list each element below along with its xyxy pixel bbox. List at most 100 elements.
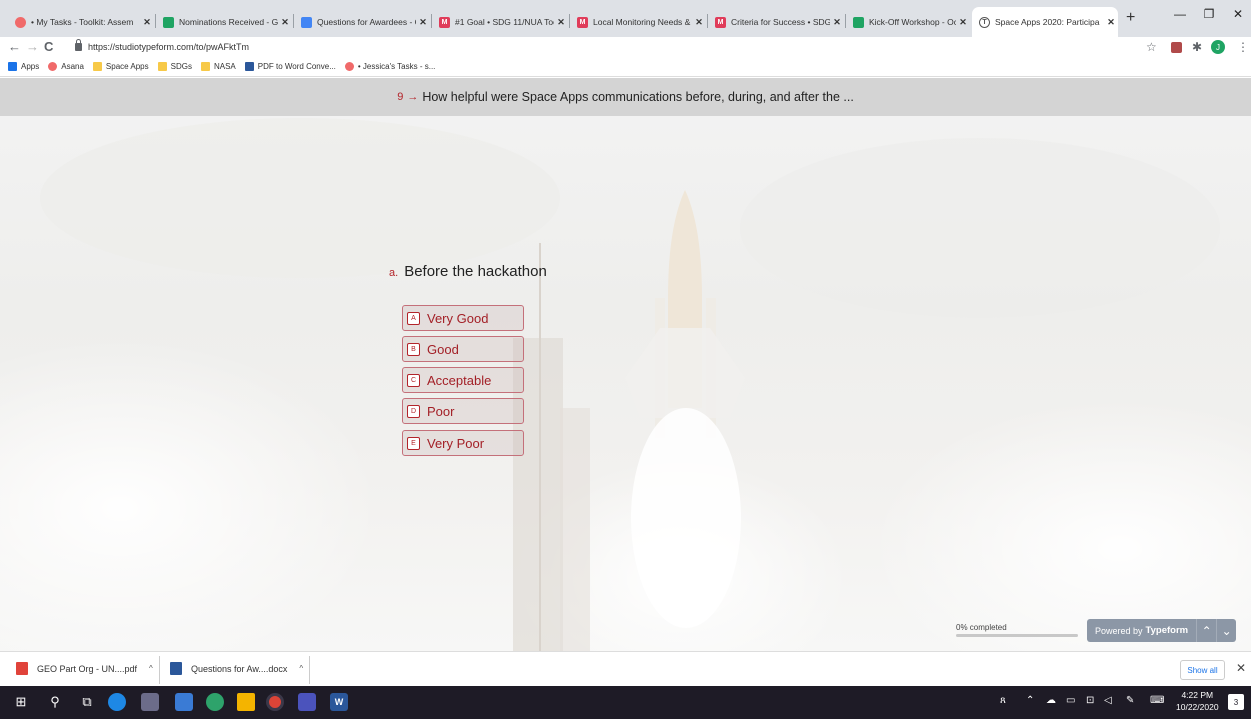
option-very-poor[interactable]: E Very Poor <box>402 430 524 456</box>
browser-app-icon[interactable] <box>108 693 126 711</box>
close-icon[interactable]: ✕ <box>554 17 568 28</box>
option-key: B <box>407 342 420 356</box>
onedrive-icon[interactable]: ☁ <box>1046 695 1056 706</box>
app-icon[interactable] <box>206 693 224 711</box>
bookmark-nasa[interactable]: NASA <box>200 62 236 71</box>
option-label: Very Poor <box>427 435 485 451</box>
close-icon[interactable]: ✕ <box>278 17 292 28</box>
system-clock[interactable]: 4:22 PM 10/22/2020 <box>1176 689 1219 713</box>
tab-questions-awardees[interactable]: Questions for Awardees - G ✕ <box>294 7 430 37</box>
new-tab-button[interactable]: + <box>1126 9 1135 27</box>
option-very-good[interactable]: A Very Good <box>402 305 524 331</box>
address-bar[interactable]: https://studiotypeform.com/to/pwAFktTm <box>75 38 249 56</box>
notification-center-icon[interactable]: 3 <box>1228 694 1244 710</box>
forward-icon[interactable]: → <box>26 39 39 54</box>
bookmark-space-apps[interactable]: Space Apps <box>92 62 149 71</box>
back-icon[interactable]: ← <box>8 39 21 54</box>
file-explorer-icon[interactable] <box>237 693 255 711</box>
bookmark-label: NASA <box>213 62 236 71</box>
close-icon[interactable]: ✕ <box>692 17 706 28</box>
download-item-docx[interactable]: Questions for Aw....docx ^ <box>170 662 303 675</box>
typeform-icon: T <box>979 16 990 28</box>
option-acceptable[interactable]: C Acceptable <box>402 367 524 393</box>
chevron-up-icon[interactable]: ⌃ <box>1026 695 1034 706</box>
tab-title: Questions for Awardees - G <box>317 17 416 27</box>
tab-space-apps[interactable]: T Space Apps 2020: Participa ✕ <box>972 7 1118 37</box>
typeform-page: 9 → How helpful were Space Apps communic… <box>0 78 1251 651</box>
bookmark-label: • Jessica's Tasks - s... <box>357 62 436 71</box>
option-good[interactable]: B Good <box>402 336 524 362</box>
windows-taskbar: ⊞ ⚲ ⧉ W ጸ ⌃ ☁ ▭ ⊡ ◁ ✎ ⌨ 4:22 PM 10/22/20… <box>0 686 1251 719</box>
app-icon[interactable] <box>175 693 193 711</box>
miro-icon: M <box>577 16 588 28</box>
progress-text: 0% completed <box>956 623 1007 632</box>
battery-icon[interactable]: ▭ <box>1066 695 1075 706</box>
arrow-icon: → <box>407 91 419 103</box>
tab-title: Local Monitoring Needs & <box>593 17 691 27</box>
word-icon[interactable]: W <box>330 693 348 711</box>
keyboard-icon[interactable]: ⌨ <box>1150 695 1164 706</box>
windows-start-icon[interactable]: ⊞ <box>12 693 30 711</box>
profile-avatar[interactable]: J <box>1211 40 1225 54</box>
bookmark-sdgs[interactable]: SDGs <box>157 62 192 71</box>
reload-icon[interactable]: C <box>44 39 53 54</box>
chevron-up-icon[interactable]: ^ <box>149 664 153 673</box>
close-icon[interactable]: ✕ <box>140 17 154 28</box>
next-question-button[interactable]: ⌄ <box>1216 619 1237 642</box>
show-all-button[interactable]: Show all <box>1180 660 1225 680</box>
extension-icon[interactable] <box>1171 42 1182 53</box>
bookmark-asana[interactable]: Asana <box>48 62 84 71</box>
tab-title: Nominations Received - Go <box>179 17 278 27</box>
app-icon[interactable] <box>141 693 159 711</box>
tab-sdg-goal[interactable]: M #1 Goal • SDG 11/NUA Tool ✕ <box>432 7 568 37</box>
volume-icon[interactable]: ◁ <box>1104 695 1112 706</box>
chrome-icon[interactable] <box>266 693 284 711</box>
people-icon[interactable]: ጸ <box>1000 695 1006 706</box>
option-key: A <box>407 311 420 325</box>
previous-question-button[interactable]: ⌃ <box>1196 619 1217 642</box>
option-label: Very Good <box>427 310 489 326</box>
chevron-up-icon[interactable]: ^ <box>299 664 303 673</box>
close-icon[interactable]: ✕ <box>956 17 970 28</box>
option-poor[interactable]: D Poor <box>402 398 524 424</box>
tab-nominations[interactable]: Nominations Received - Go ✕ <box>156 7 292 37</box>
bookmark-pdf-to-word[interactable]: PDF to Word Conve... <box>244 62 336 71</box>
tab-asana-my-tasks[interactable]: • My Tasks - Toolkit: Assem ✕ <box>8 7 154 37</box>
tab-title: Space Apps 2020: Participa <box>995 17 1100 27</box>
pen-icon[interactable]: ✎ <box>1126 695 1134 706</box>
close-window-button[interactable]: ✕ <box>1228 7 1248 21</box>
network-icon[interactable]: ⊡ <box>1086 695 1094 706</box>
search-icon[interactable]: ⚲ <box>46 693 64 711</box>
close-icon[interactable]: ✕ <box>1104 17 1118 28</box>
close-icon[interactable]: ✕ <box>830 17 844 28</box>
tab-kickoff-workshop[interactable]: Kick-Off Workshop - Octob ✕ <box>846 7 970 37</box>
bookmark-apps[interactable]: Apps <box>8 62 39 71</box>
chevron-down-icon: ⌄ <box>1221 623 1232 638</box>
minimize-button[interactable]: — <box>1170 7 1190 21</box>
puzzle-icon[interactable]: ✱ <box>1192 40 1202 54</box>
url-text[interactable]: https://studiotypeform.com/to/pwAFktTm <box>88 42 249 52</box>
bookmark-label: SDGs <box>170 62 192 71</box>
question-text: How helpful were Space Apps communicatio… <box>422 90 854 104</box>
restore-button[interactable]: ❐ <box>1199 7 1219 21</box>
progress-bar <box>956 634 1078 637</box>
teams-icon[interactable] <box>298 693 316 711</box>
google-drive-icon <box>163 16 174 28</box>
close-icon[interactable]: ✕ <box>416 17 430 28</box>
tab-local-monitoring[interactable]: M Local Monitoring Needs & ✕ <box>570 7 706 37</box>
tab-criteria-success[interactable]: M Criteria for Success • SDG 1 ✕ <box>708 7 844 37</box>
asana-icon <box>344 62 354 71</box>
pdf-file-icon <box>16 662 28 675</box>
bookmark-jessicas-tasks[interactable]: • Jessica's Tasks - s... <box>344 62 436 71</box>
star-icon[interactable]: ☆ <box>1146 40 1157 54</box>
sub-question-letter: a. <box>389 267 399 279</box>
close-downloads-icon[interactable]: ✕ <box>1236 661 1246 675</box>
menu-icon[interactable]: ⋮ <box>1237 40 1249 54</box>
download-divider <box>309 656 310 684</box>
download-item-pdf[interactable]: GEO Part Org - UN....pdf ^ <box>16 662 153 675</box>
option-label: Poor <box>427 403 455 419</box>
task-view-icon[interactable]: ⧉ <box>78 693 96 711</box>
powered-by-label: Powered by <box>1095 625 1143 636</box>
powered-by-typeform-link[interactable]: Powered by Typeform <box>1087 619 1197 642</box>
clock-date: 10/22/2020 <box>1176 702 1219 712</box>
